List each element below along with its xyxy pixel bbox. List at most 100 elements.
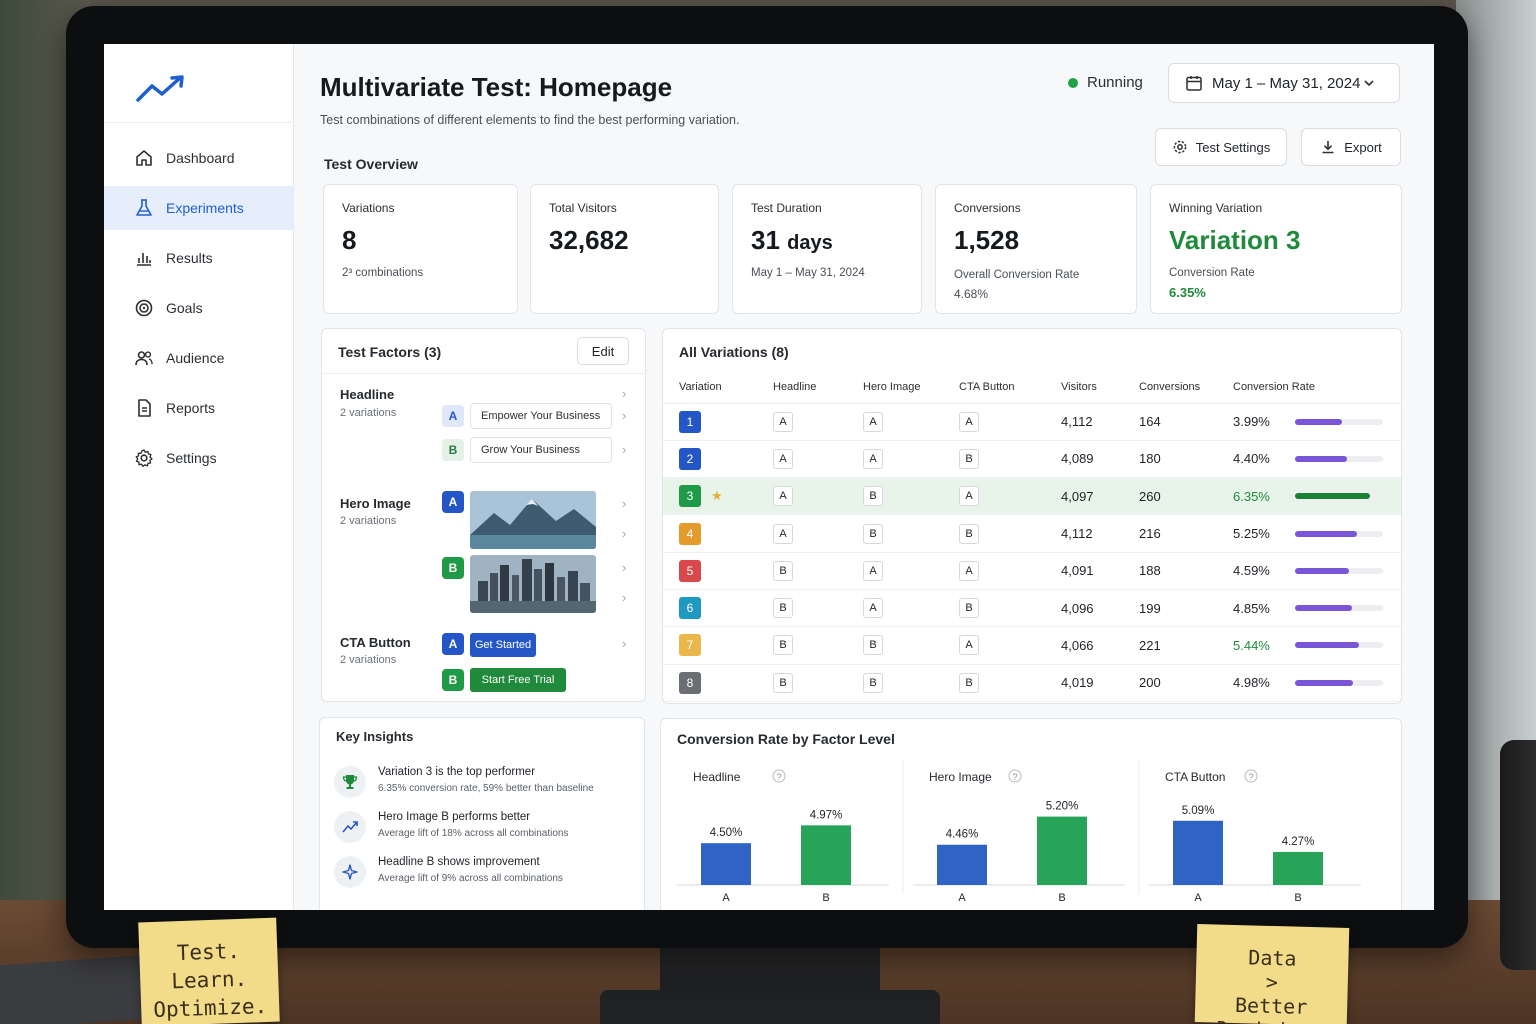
sidebar-item-audience[interactable]: Audience <box>104 336 294 380</box>
conversions-cell: 260 <box>1123 477 1217 516</box>
column-header[interactable]: Conversion Rate <box>1217 371 1401 404</box>
table-row[interactable]: 3 ★ A B A 4,097 260 6.35% <box>663 477 1401 516</box>
level-b-badge: B <box>442 439 464 461</box>
stat-card-conversions: Conversions 1,528 Overall Conversion Rat… <box>935 184 1137 314</box>
stat-card-variations: Variations 8 2³ combinations <box>323 184 518 314</box>
cta-cell: B <box>943 514 1045 553</box>
rate-cell: 3.99% <box>1217 403 1401 441</box>
sidebar-item-results[interactable]: Results <box>104 236 294 280</box>
stat-value: 31 days <box>751 225 833 256</box>
conversions-cell: 200 <box>1123 664 1217 702</box>
variation-cell: 8 <box>663 664 757 702</box>
chart-data-label: 4.27% <box>1282 836 1315 848</box>
mug <box>1500 740 1536 970</box>
headline-option-a[interactable]: Empower Your Business <box>470 403 612 429</box>
factor-sub: 2 variations <box>340 654 397 666</box>
column-header[interactable]: Visitors <box>1045 371 1123 404</box>
help-icon-glyph: ? <box>1248 772 1253 782</box>
chart-panel-title: CTA Button <box>1165 770 1225 784</box>
column-header[interactable]: CTA Button <box>943 371 1045 404</box>
stat-sub-value: 4.68% <box>954 287 989 301</box>
table-row[interactable]: 8 B B B 4,019 200 4.98% <box>663 664 1401 702</box>
hero-cell: B <box>847 626 943 665</box>
table-row[interactable]: 2 A A B 4,089 180 4.40% <box>663 440 1401 479</box>
trophy-icon <box>334 766 366 798</box>
stat-label: Winning Variation <box>1169 201 1263 215</box>
rate-bar-track <box>1295 455 1383 462</box>
variation-number-badge: 5 <box>679 559 701 582</box>
note-line: Better Decisions <box>1216 993 1325 1024</box>
headline-cell: B <box>757 589 847 628</box>
trend-up-icon <box>334 811 366 843</box>
rate-value: 5.25% <box>1233 526 1270 542</box>
page-title: Multivariate Test: Homepage <box>320 72 673 102</box>
sidebar-item-experiments[interactable]: Experiments <box>104 186 294 230</box>
level-box: A <box>773 523 793 544</box>
level-box: A <box>959 411 979 432</box>
chevron-right-icon[interactable]: › <box>622 443 632 456</box>
rate-bar-track <box>1295 605 1383 612</box>
variation-number-badge: 3 <box>679 485 701 508</box>
factor-name: Headline <box>340 387 395 402</box>
city-skyline-image <box>470 555 596 613</box>
date-range-picker[interactable]: May 1 – May 31, 2024 <box>1168 63 1400 103</box>
table-row[interactable]: 4 A B B 4,112 216 5.25% <box>663 514 1401 553</box>
sidebar-item-goals[interactable]: Goals <box>104 286 294 330</box>
cta-option-b-button[interactable]: Start Free Trial <box>470 668 566 692</box>
rate-cell: 4.59% <box>1217 552 1401 590</box>
sidebar-item-label: Reports <box>166 400 216 416</box>
column-header[interactable]: Conversions <box>1123 371 1217 404</box>
chevron-right-icon[interactable]: › <box>622 561 632 574</box>
hero-image-a-thumbnail[interactable] <box>470 491 596 549</box>
insight-title: Variation 3 is the top performer <box>378 766 536 778</box>
stat-sub-label: Conversion Rate <box>1169 267 1255 279</box>
table-row[interactable]: 1 A A A 4,112 164 3.99% <box>663 403 1401 441</box>
cta-cell: B <box>943 440 1045 479</box>
chevron-right-icon[interactable]: › <box>622 409 632 422</box>
chevron-right-icon[interactable]: › <box>622 527 632 540</box>
mountain-image <box>470 491 596 549</box>
sidebar-item-dashboard[interactable]: Dashboard <box>104 136 294 180</box>
rate-value: 6.35% <box>1233 488 1270 504</box>
level-box: A <box>959 486 979 507</box>
column-header[interactable]: Variation <box>663 371 757 404</box>
export-button[interactable]: Export <box>1301 128 1401 166</box>
sidebar-item-label: Goals <box>166 300 203 316</box>
logo-trend-icon[interactable] <box>136 74 188 104</box>
table-row[interactable]: 7 B B A 4,066 221 5.44% <box>663 626 1401 665</box>
level-box: B <box>773 672 793 693</box>
stat-label: Conversions <box>954 201 1021 215</box>
variation-cell: 5 <box>663 552 757 590</box>
column-header[interactable]: Headline <box>757 371 847 404</box>
stat-value: 1,528 <box>954 225 1020 255</box>
chevron-right-icon[interactable]: › <box>622 497 632 510</box>
table-row[interactable]: 5 B A A 4,091 188 4.59% <box>663 552 1401 590</box>
conversions-cell: 216 <box>1123 514 1217 553</box>
test-settings-button[interactable]: Test Settings <box>1155 128 1287 166</box>
factor-chart-panel: Conversion Rate by Factor Level Headline… <box>660 718 1402 910</box>
cta-cell: A <box>943 626 1045 665</box>
rate-value: 4.40% <box>1233 451 1270 467</box>
visitors-cell: 4,066 <box>1045 626 1123 665</box>
headline-option-b[interactable]: Grow Your Business <box>470 437 612 463</box>
chevron-right-icon[interactable]: › <box>622 637 632 650</box>
edit-button[interactable]: Edit <box>577 337 629 365</box>
sidebar-item-settings[interactable]: Settings <box>104 436 294 480</box>
status-text: Running <box>1087 74 1143 91</box>
chevron-right-icon[interactable]: › <box>622 591 632 604</box>
hero-cell: B <box>847 664 943 702</box>
chevron-right-icon[interactable]: › <box>622 387 632 400</box>
level-a-badge: A <box>442 633 464 655</box>
variation-number-badge: 8 <box>679 671 701 694</box>
level-b-badge: B <box>442 669 464 691</box>
chart-category-label: B <box>822 892 829 904</box>
sidebar-item-reports[interactable]: Reports <box>104 386 294 430</box>
cta-option-a-button[interactable]: Get Started <box>470 633 536 657</box>
table-row[interactable]: 6 B A B 4,096 199 4.85% <box>663 589 1401 628</box>
hero-image-b-thumbnail[interactable] <box>470 555 596 613</box>
conversions-cell: 199 <box>1123 589 1217 628</box>
monitor-stand-base <box>600 990 940 1024</box>
hero-cell: A <box>847 440 943 479</box>
column-header[interactable]: Hero Image <box>847 371 943 404</box>
level-box: B <box>773 560 793 581</box>
